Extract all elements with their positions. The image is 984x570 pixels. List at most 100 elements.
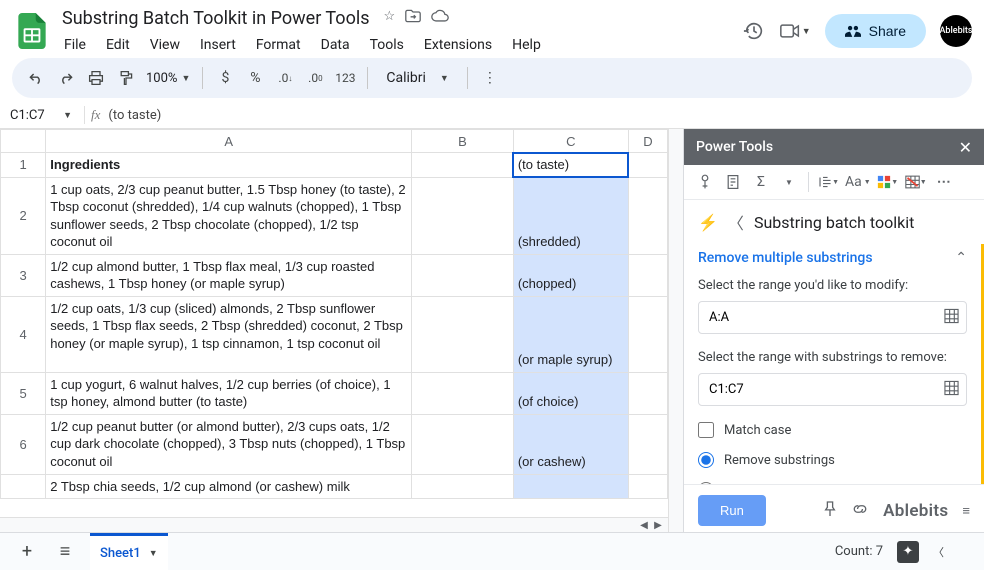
tool-icon[interactable] [722, 171, 744, 193]
increase-decimal-button[interactable]: .00 [301, 64, 329, 92]
tool-icon[interactable]: ▼ [817, 171, 839, 193]
range1-input[interactable] [698, 301, 967, 334]
cell[interactable] [513, 474, 628, 499]
menu-insert[interactable]: Insert [192, 33, 244, 57]
cell[interactable]: 1/2 cup almond butter, 1 Tbsp flax meal,… [46, 254, 412, 296]
zoom-select[interactable]: 100%▼ [142, 71, 194, 86]
chevron-down-icon[interactable]: ▼ [149, 548, 158, 559]
menu-format[interactable]: Format [248, 33, 309, 57]
cell[interactable] [628, 296, 667, 372]
row-header[interactable]: 6 [1, 414, 46, 474]
cell[interactable]: (of choice) [513, 372, 628, 414]
menu-icon[interactable]: ≡ [962, 503, 970, 519]
menu-help[interactable]: Help [504, 33, 549, 57]
tool-icon[interactable] [694, 171, 716, 193]
cell[interactable]: (shredded) [513, 177, 628, 254]
row-header[interactable]: 1 [1, 153, 46, 178]
cell[interactable]: (or maple syrup) [513, 296, 628, 372]
col-header-a[interactable]: A [46, 130, 412, 153]
cell[interactable] [412, 296, 514, 372]
cell[interactable] [412, 153, 514, 178]
cell[interactable] [412, 177, 514, 254]
pin-icon[interactable] [823, 501, 837, 521]
row-header[interactable]: 3 [1, 254, 46, 296]
sheets-logo[interactable] [12, 11, 52, 51]
cell[interactable] [628, 474, 667, 499]
col-header-c[interactable]: C [513, 130, 628, 153]
select-all-corner[interactable] [1, 130, 46, 153]
cloud-icon[interactable] [431, 9, 449, 27]
more-toolbar-button[interactable]: ⋮ [476, 64, 504, 92]
chevron-down-icon[interactable]: ▼ [778, 171, 800, 193]
doc-title[interactable]: Substring Batch Toolkit in Power Tools [56, 6, 376, 31]
paint-format-button[interactable] [112, 64, 140, 92]
cell[interactable] [412, 254, 514, 296]
name-box[interactable]: C1:C7▼ [4, 108, 78, 123]
cell[interactable]: 2 Tbsp chia seeds, 1/2 cup almond (or ca… [46, 474, 412, 499]
cell[interactable] [628, 153, 667, 178]
cell[interactable]: 1 cup yogurt, 6 walnut halves, 1/2 cup b… [46, 372, 412, 414]
range2-input[interactable] [698, 373, 967, 406]
vertical-scrollbar[interactable] [668, 129, 683, 532]
menu-data[interactable]: Data [313, 33, 358, 57]
cell[interactable] [628, 372, 667, 414]
close-icon[interactable]: ✕ [959, 138, 972, 157]
row-header[interactable]: 4 [1, 296, 46, 372]
tool-icon[interactable]: ▼ [877, 171, 899, 193]
row-header[interactable] [1, 474, 46, 499]
scroll-left-icon[interactable]: ◀ [638, 519, 650, 531]
undo-button[interactable] [22, 64, 50, 92]
cell[interactable] [628, 414, 667, 474]
back-icon[interactable]: 〈 [728, 210, 744, 234]
status-count[interactable]: Count: 7 [835, 544, 883, 559]
move-icon[interactable] [405, 9, 421, 27]
match-case-checkbox[interactable]: Match case [698, 422, 967, 438]
cell[interactable]: 1 cup oats, 2/3 cup peanut butter, 1.5 T… [46, 177, 412, 254]
more-formats-button[interactable]: 123 [331, 64, 359, 92]
add-sheet-button[interactable]: + [14, 539, 40, 565]
run-button[interactable]: Run [698, 495, 766, 526]
cell[interactable] [628, 254, 667, 296]
menu-extensions[interactable]: Extensions [416, 33, 500, 57]
star-icon[interactable]: ☆ [384, 9, 396, 27]
redo-button[interactable] [52, 64, 80, 92]
menu-view[interactable]: View [142, 33, 188, 57]
cell[interactable]: (chopped) [513, 254, 628, 296]
cell[interactable]: 1/2 cup peanut butter (or almond butter)… [46, 414, 412, 474]
col-header-d[interactable]: D [628, 130, 667, 153]
share-button[interactable]: Share [825, 14, 926, 48]
link-icon[interactable] [851, 503, 869, 519]
bolt-icon[interactable]: ⚡ [698, 213, 718, 232]
account-avatar[interactable]: Ablebits [940, 15, 972, 47]
sheet-tab[interactable]: Sheet1▼ [90, 533, 168, 570]
decrease-decimal-button[interactable]: .0↓ [271, 64, 299, 92]
cell[interactable] [628, 177, 667, 254]
history-icon[interactable] [742, 19, 766, 43]
chevron-up-icon[interactable]: 〈 [933, 544, 944, 560]
tool-icon[interactable]: ▼ [905, 171, 927, 193]
horizontal-scrollbar[interactable]: ◀ ▶ [0, 517, 668, 532]
spreadsheet-grid[interactable]: A B C D 1 Ingredients (to taste) 2 1 cup… [0, 129, 668, 517]
tool-icon[interactable]: Σ [750, 171, 772, 193]
cell[interactable] [412, 372, 514, 414]
currency-button[interactable]: $ [211, 64, 239, 92]
menu-tools[interactable]: Tools [362, 33, 412, 57]
cell[interactable] [412, 414, 514, 474]
tool-icon[interactable]: Aa▼ [845, 171, 871, 193]
meet-icon[interactable]: ▼ [780, 19, 811, 43]
cell[interactable]: 1/2 cup oats, 1/3 cup (sliced) almonds, … [46, 296, 412, 372]
row-header[interactable]: 2 [1, 177, 46, 254]
row-header[interactable]: 5 [1, 372, 46, 414]
explore-button[interactable]: ✦ [897, 541, 919, 563]
fx-icon[interactable]: fx [91, 107, 100, 123]
col-header-b[interactable]: B [412, 130, 514, 153]
all-sheets-button[interactable]: ≡ [52, 539, 78, 565]
print-button[interactable] [82, 64, 110, 92]
menu-file[interactable]: File [56, 33, 94, 57]
menu-edit[interactable]: Edit [98, 33, 138, 57]
section-header[interactable]: Remove multiple substrings ⌃ [698, 244, 967, 278]
cell[interactable]: Ingredients [46, 153, 412, 178]
scroll-right-icon[interactable]: ▶ [652, 519, 664, 531]
grid-icon[interactable] [944, 380, 959, 399]
cell[interactable] [412, 474, 514, 499]
